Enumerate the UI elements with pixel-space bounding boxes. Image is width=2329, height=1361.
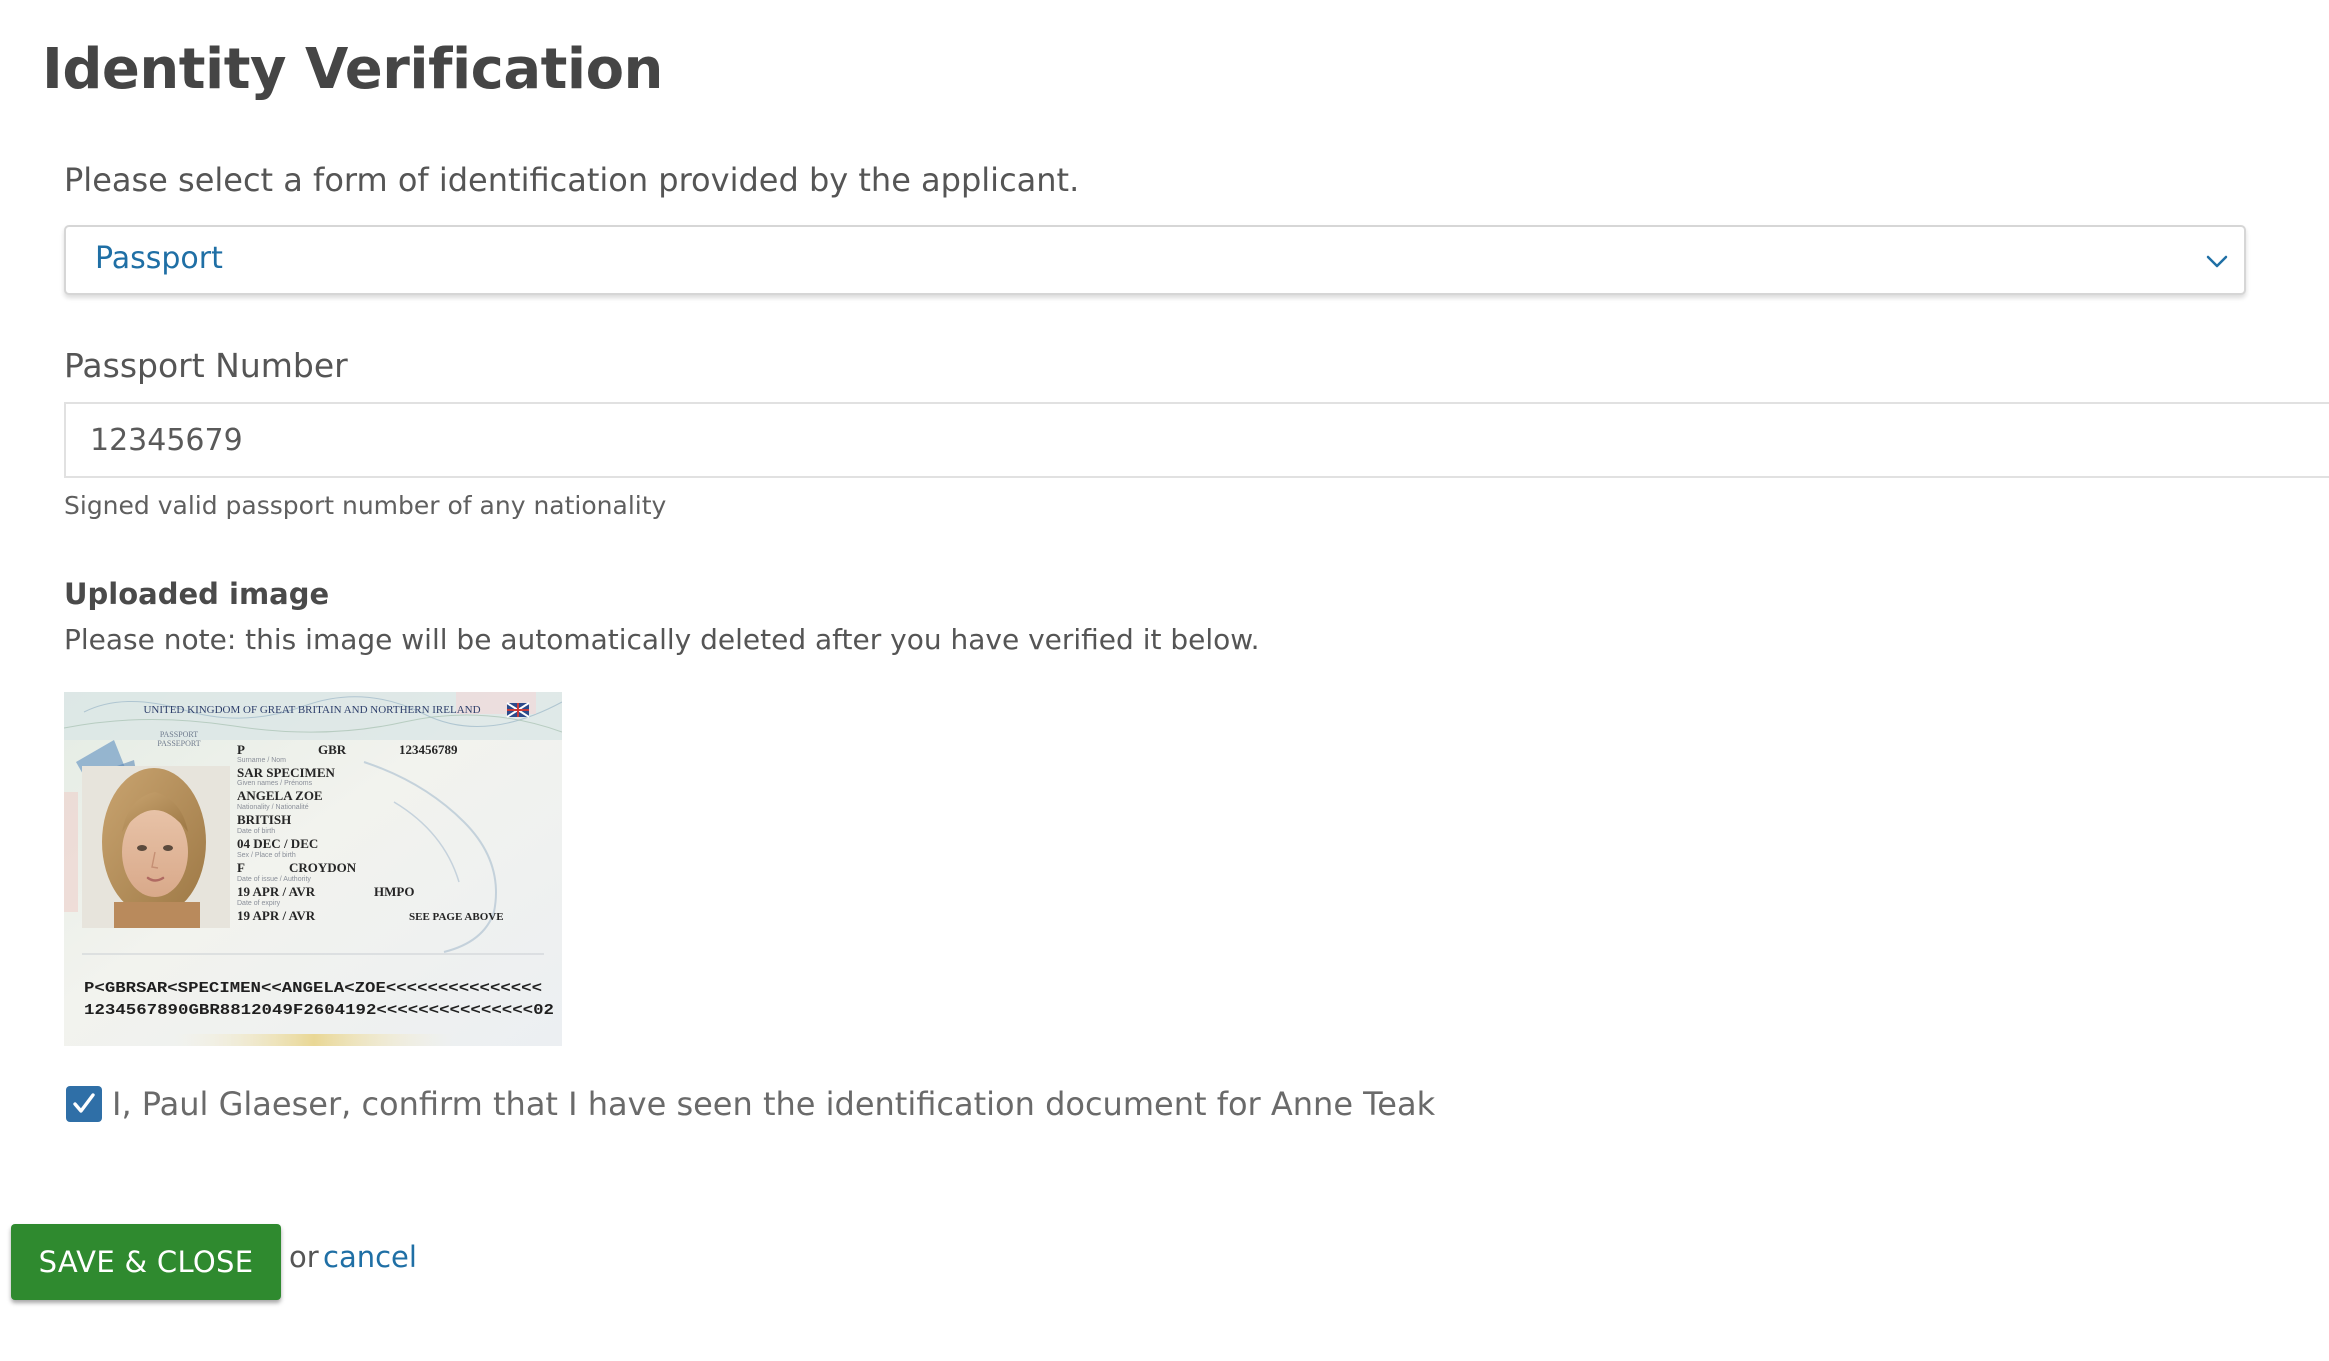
passport-number-input[interactable] (64, 402, 2329, 478)
svg-text:Date of expiry: Date of expiry (237, 900, 281, 907)
passport-nationality: BRITISH (237, 812, 291, 827)
or-separator: or (289, 1240, 319, 1274)
passport-given-names: ANGELA ZOE (237, 788, 323, 803)
page-title: Identity Verification (42, 37, 663, 102)
uploaded-image-heading: Uploaded image (64, 577, 330, 611)
passport-date-of-expiry: 19 APR / AVR (237, 908, 316, 923)
passport-mrz-line-2: 1234567890GBR8812049F2604192<<<<<<<<<<<<… (84, 1002, 554, 1019)
passport-surname: SAR SPECIMEN (237, 765, 335, 780)
passport-signature: SEE PAGE ABOVE (409, 911, 504, 923)
svg-text:Date of issue / Authority: Date of issue / Authority (237, 876, 311, 883)
passport-number-help: Signed valid passport number of any nati… (64, 491, 667, 520)
uploaded-image-note: Please note: this image will be automati… (64, 623, 1260, 656)
passport-sex: F (237, 860, 245, 875)
id-type-select[interactable]: Passport (64, 225, 2246, 295)
save-and-close-button[interactable]: SAVE & CLOSE (11, 1224, 281, 1300)
passport-mrz-line-1: P<GBRSAR<SPECIMEN<<ANGELA<ZOE<<<<<<<<<<<… (84, 980, 542, 997)
passport-authority: HMPO (374, 884, 414, 899)
id-type-prompt: Please select a form of identification p… (64, 161, 1080, 199)
confirmation-checkbox[interactable] (66, 1086, 102, 1122)
passport-doc-label-2: PASSEPORT (157, 739, 200, 748)
passport-image: UNITED KINGDOM OF GREAT BRITAIN AND NORT… (64, 692, 562, 1046)
passport-number-printed: 123456789 (399, 742, 458, 757)
passport-type: P (237, 742, 245, 757)
confirmation-text: I, Paul Glaeser, confirm that I have see… (112, 1085, 1436, 1123)
passport-doc-label-1: PASSPORT (160, 730, 198, 739)
svg-text:Given names / Prénoms: Given names / Prénoms (237, 780, 313, 787)
passport-date-of-issue: 19 APR / AVR (237, 884, 316, 899)
chevron-down-icon (2206, 255, 2228, 268)
svg-text:Date of birth: Date of birth (237, 828, 275, 835)
svg-text:Surname / Nom: Surname / Nom (237, 757, 286, 764)
passport-place-of-birth: CROYDON (289, 860, 357, 875)
passport-date-of-birth: 04 DEC / DEC (237, 836, 318, 851)
passport-number-label: Passport Number (64, 346, 348, 385)
cancel-link[interactable]: cancel (323, 1240, 417, 1274)
svg-text:Nationality / Nationalité: Nationality / Nationalité (237, 804, 309, 811)
identity-verification-page: Identity Verification Please select a fo… (0, 0, 2329, 1361)
passport-country: GBR (318, 742, 347, 757)
checkmark-icon (73, 1093, 95, 1113)
id-type-selected-value: Passport (95, 241, 223, 276)
svg-text:Sex / Place of birth: Sex / Place of birth (237, 852, 296, 859)
passport-header: UNITED KINGDOM OF GREAT BRITAIN AND NORT… (143, 704, 480, 716)
